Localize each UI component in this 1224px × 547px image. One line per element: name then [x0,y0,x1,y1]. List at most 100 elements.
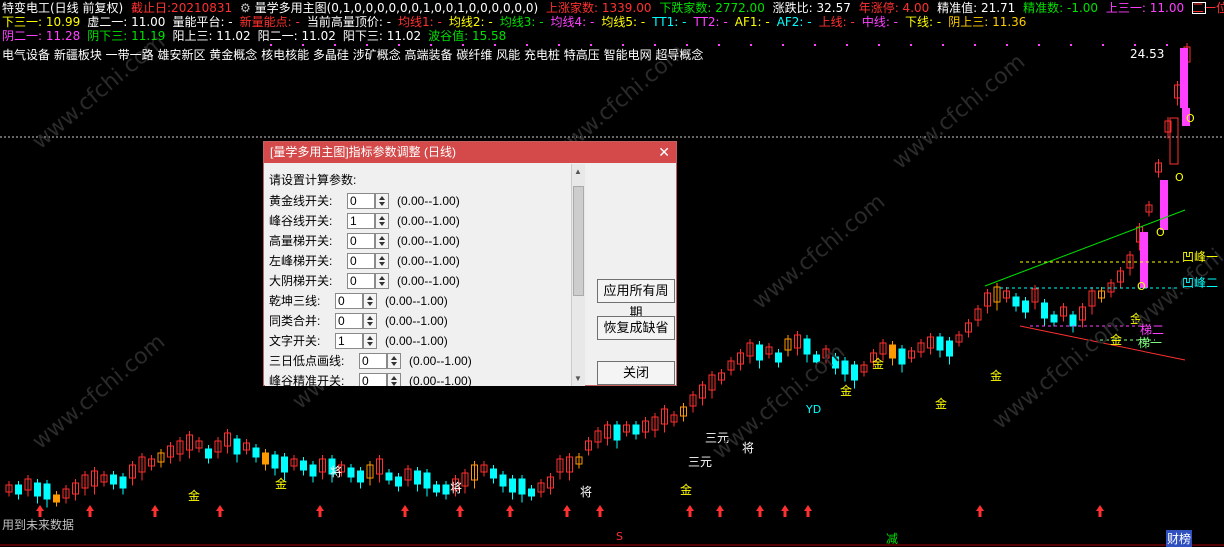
concept-list: 电气设备 新疆板块 一带一路 雄安新区 黄金概念 核电核能 多晶硅 涉矿概念 高… [2,48,704,62]
down-count: 下跌家数: 2772.00 [659,1,765,15]
indicator-row2-item: 中线: - [861,15,899,29]
candle-body [936,336,944,351]
param-value-input[interactable]: 0 [359,373,387,386]
dot-mark [1166,44,1168,46]
candle-body [423,472,431,489]
buy-arrow-icon [686,505,694,517]
gold-signal-label: 金 [990,368,1002,383]
param-value-input[interactable]: 0 [347,233,375,249]
dot-mark [334,44,336,46]
candle-body [34,482,41,497]
candle-body [414,470,421,485]
scroll-thumb[interactable] [573,186,584,296]
s-marker: S [616,530,623,543]
indicator-row3-item: 阴二一: 11.28 [2,29,81,43]
o-marker: O [1156,226,1165,239]
dot-mark [750,44,752,46]
param-value-input[interactable]: 1 [347,213,375,229]
param-scrollbar[interactable]: ▲ ▼ [571,164,585,386]
param-value-input[interactable]: 0 [359,353,387,369]
close-button[interactable]: 关闭 [597,361,675,385]
param-spinner[interactable] [375,233,389,249]
up-down-ratio: 涨跌比: 32.57 [772,1,851,15]
dot-mark [654,44,656,46]
param-value-input[interactable]: 0 [347,253,375,269]
candle-body [803,338,811,355]
finance-marker[interactable]: 财榜 [1166,530,1193,547]
indicator-row2-item: AF2: - [776,15,812,29]
candle-body [442,484,450,495]
candle-body [433,484,440,493]
param-value-input[interactable]: 0 [347,273,375,289]
indicator-row2-item: 均线2: - [448,15,493,29]
watermark-text: www.cfchi.com [888,49,1030,174]
dialog-title-bar[interactable]: [量学多用主图]指标参数调整 (日线) ✕ [264,142,676,163]
param-value-input[interactable]: 0 [335,293,363,309]
dot-mark [430,44,432,46]
precise-value: 精准值: 21.71 [937,1,1016,15]
candle-body [119,476,127,489]
gold-signal-label: 金 [188,488,200,503]
general-signal-label: 将 [580,485,592,499]
param-value-input[interactable]: 1 [335,333,363,349]
candle-body [395,476,402,487]
scroll-up-icon[interactable]: ▲ [574,167,582,176]
param-value-input[interactable]: 0 [347,193,375,209]
param-value-input[interactable]: 0 [335,313,363,329]
settings-gear-icon[interactable]: ⚙ [240,1,251,15]
indicator-row3-item: 阳二一: 11.02 [257,29,336,43]
candle-body [300,460,307,471]
param-spinner[interactable] [363,333,377,349]
param-spinner[interactable] [375,213,389,229]
close-icon[interactable]: ✕ [658,142,670,163]
peak-two-label: 凹峰二 [1182,276,1219,290]
year-limit-up: 年涨停: 4.00 [858,1,930,15]
candle-body [632,424,640,435]
param-label: 三日低点画线: [269,354,345,368]
apply-all-periods-button[interactable]: 应用所有周期 [597,279,675,320]
dot-mark [1134,44,1136,46]
o-marker: O [1175,171,1184,184]
param-spinner[interactable] [387,373,401,386]
candle-body [15,484,22,495]
param-range: (0.00--1.00) [385,334,448,348]
window-restore-icon[interactable] [1192,2,1206,14]
param-label: 黄金线开关: [269,194,333,208]
dot-mark [1006,44,1008,46]
scroll-down-icon[interactable]: ▼ [574,374,582,383]
buy-arrow-icon [401,505,409,517]
candle-body [262,452,269,465]
candle-body [252,447,260,458]
buy-arrow-icon [1096,505,1104,517]
candle-body [53,494,60,503]
indicator-row2-item: 上线: - [818,15,855,29]
indicator-row2-item: TT1: - [652,15,687,29]
param-spinner[interactable] [375,193,389,209]
trend-line-upper [984,209,1186,287]
param-spinner[interactable] [375,273,389,289]
indicator-row3-item: 波谷值: 15.58 [428,29,507,43]
indicator-row2-item: 均线1: - [398,15,442,29]
restore-default-button[interactable]: 恢复成缺省 [597,316,675,340]
candle-body [309,464,317,477]
candle-body [756,344,763,361]
param-spinner[interactable] [363,293,377,309]
param-label: 高量梯开关: [269,234,333,248]
param-spinner[interactable] [375,253,389,269]
param-label: 同类合并: [269,314,321,328]
header-row-3: 阴二一: 11.28 阴下三: 11.19 阳上三: 11.02 阳二一: 11.02… [2,29,513,43]
parameter-list: 请设置计算参数: ▲ ▼ 黄金线开关: 0 (0.00--1.00) 峰谷线开关: 1 (… [265,164,585,386]
indicator-name[interactable]: 量学多用主图(0,1,0,0,0,0,0,0,1,0,0,1,0,0,0,0,0… [255,1,539,15]
param-label: 峰谷精准开关: [269,374,345,386]
parameter-dialog[interactable]: [量学多用主图]指标参数调整 (日线) ✕ 请设置计算参数: ▲ ▼ 黄金线开关… [263,141,677,386]
dot-mark [302,44,304,46]
dot-mark [270,44,272,46]
buy-arrow-icon [86,505,94,517]
dot-mark [782,44,784,46]
dot-mark [558,44,560,46]
dot-mark [590,44,592,46]
dot-mark [942,44,944,46]
param-spinner[interactable] [363,313,377,329]
dot-mark [846,44,848,46]
param-spinner[interactable] [387,353,401,369]
